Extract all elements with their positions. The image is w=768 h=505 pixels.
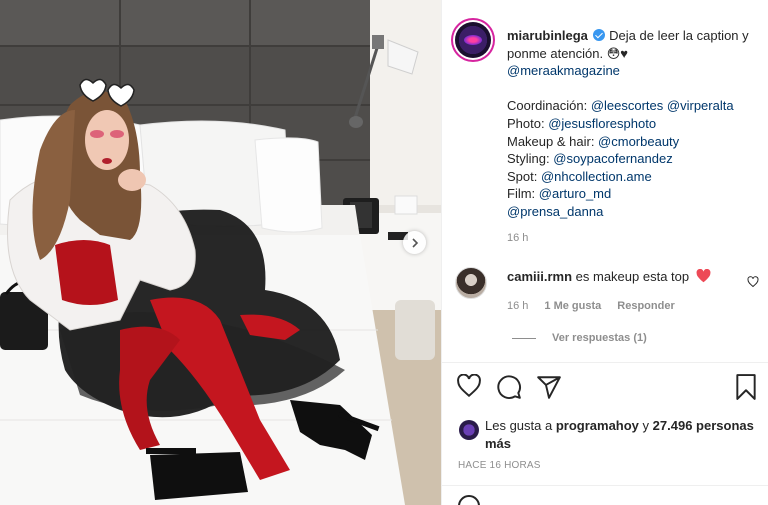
post-side-panel: miarubinlega Deja de leer la caption y p… — [441, 0, 768, 505]
comment-heart-icon[interactable] — [747, 276, 759, 288]
comment-icon[interactable] — [496, 374, 522, 400]
credit-line: Photo: @jesusfloresphoto — [507, 115, 762, 133]
bookmark-icon[interactable] — [734, 374, 758, 400]
credit-mention[interactable]: @virperalta — [667, 98, 734, 113]
comment-time[interactable]: 16 h — [507, 300, 528, 312]
commenter-avatar[interactable] — [455, 267, 487, 299]
credit-label: Spot: — [507, 168, 541, 184]
credit-mention[interactable]: @soypacofernandez — [553, 151, 672, 166]
photo-scene — [0, 0, 441, 505]
post-timestamp[interactable]: HACE 16 HORAS — [458, 460, 541, 471]
liker-avatar[interactable] — [459, 420, 479, 440]
comment-body: camiii.rmn es makeup esta top — [507, 269, 711, 284]
share-icon[interactable] — [536, 374, 562, 400]
credit-line: Makeup & hair: @cmorbeauty — [507, 133, 762, 151]
caption-mention[interactable]: @meraakmagazine — [507, 62, 762, 80]
view-replies-label: Ver respuestas (1) — [552, 332, 647, 344]
comment-meta: 16 h 1 Me gusta Responder — [507, 300, 675, 312]
next-photo-button[interactable] — [403, 231, 426, 254]
chevron-right-icon — [411, 237, 418, 248]
view-replies-button[interactable]: Ver respuestas (1) — [512, 332, 647, 344]
section-divider — [442, 485, 768, 486]
credit-line: Coordinación: @leescortes @virperalta — [507, 97, 762, 115]
credit-mention[interactable]: @arturo_md — [539, 186, 611, 201]
credit-label: Film: — [507, 186, 539, 202]
credit-mention[interactable]: @leescortes — [591, 98, 663, 113]
post-photo[interactable] — [0, 0, 441, 505]
liker-username[interactable]: programahoy — [556, 418, 639, 433]
red-heart-emoji-icon — [696, 269, 711, 283]
action-bar — [454, 374, 759, 402]
credit-line: Film: @arturo_md — [507, 185, 762, 203]
author-avatar[interactable] — [455, 22, 491, 58]
credit-mention[interactable]: @cmorbeauty — [598, 134, 679, 149]
credit-label: Styling: — [507, 151, 554, 167]
credit-mention[interactable]: @nhcollection.ame — [541, 169, 652, 184]
credit-mention[interactable]: @prensa_danna — [507, 204, 603, 219]
caption-time[interactable]: 16 h — [507, 232, 528, 244]
credit-label: Photo: — [507, 115, 549, 131]
comment-text: es makeup esta top — [575, 269, 690, 284]
author-username[interactable]: miarubinlega — [507, 28, 588, 43]
replies-line — [512, 337, 536, 339]
credit-line: Styling: @soypacofernandez — [507, 150, 762, 168]
comment-likes[interactable]: 1 Me gusta — [544, 300, 601, 312]
likes-prefix: Les gusta a — [485, 418, 553, 433]
credit-label: Coordinación: — [507, 98, 591, 114]
post-caption: miarubinlega Deja de leer la caption y p… — [507, 27, 762, 221]
reply-button[interactable]: Responder — [617, 300, 674, 312]
likes-summary: Les gusta a programahoy y 27.496 persona… — [485, 417, 755, 453]
credit-line: Spot: @nhcollection.ame — [507, 168, 762, 186]
emoji-icon[interactable] — [458, 495, 480, 505]
commenter-username[interactable]: camiii.rmn — [507, 269, 572, 284]
credit-label: Makeup & hair: — [507, 133, 599, 149]
heart-icon[interactable] — [456, 374, 482, 398]
likes-connector: y — [642, 418, 650, 433]
credit-mention[interactable]: @jesusfloresphoto — [548, 116, 656, 131]
section-divider — [442, 362, 768, 363]
verified-badge-icon — [592, 29, 605, 41]
credit-line: @prensa_danna — [507, 203, 762, 221]
